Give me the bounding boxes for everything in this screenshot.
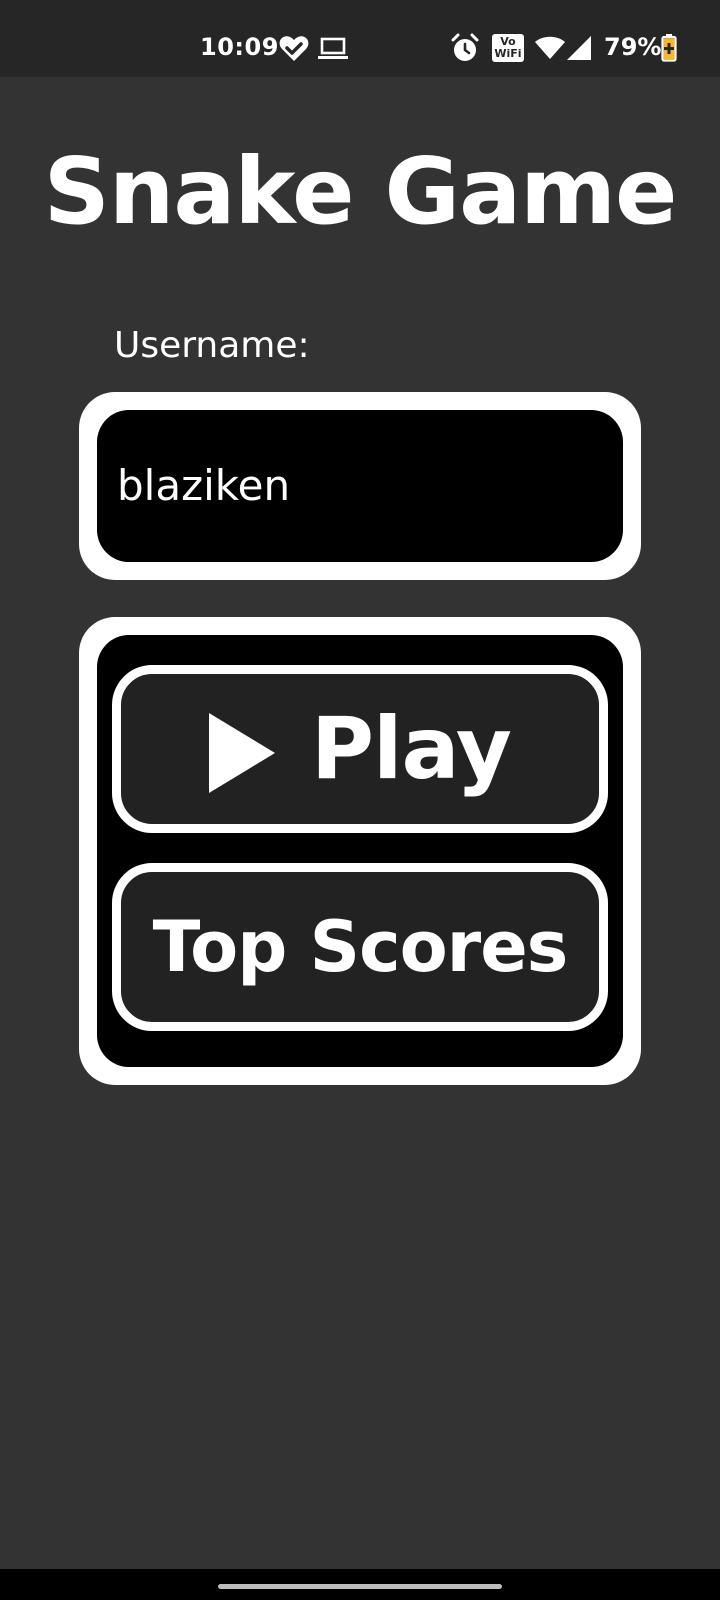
laptop-icon [318, 37, 348, 59]
signal-icon [567, 36, 591, 60]
vowifi-text-bottom: WiFi [494, 47, 522, 60]
username-field-frame [79, 392, 641, 580]
top-scores-button[interactable]: Top Scores [112, 863, 608, 1031]
top-scores-button-label: Top Scores [152, 906, 569, 988]
page-title: Snake Game [43, 138, 678, 245]
play-triangle-icon [209, 713, 276, 793]
heart-check-icon [279, 36, 309, 61]
battery-percent: 79% [604, 33, 662, 61]
home-gesture-handle[interactable] [218, 1584, 502, 1589]
username-field-container [97, 410, 623, 562]
play-button[interactable]: Play [112, 665, 608, 833]
menu-panel-inner: Play Top Scores [97, 635, 623, 1067]
wifi-icon [535, 36, 565, 59]
username-label: Username: [114, 325, 310, 366]
alarm-icon [451, 33, 479, 61]
vowifi-icon: Vo WiFi [492, 34, 524, 62]
username-input[interactable] [97, 410, 623, 562]
battery-saver-icon [661, 34, 677, 62]
menu-panel: Play Top Scores [79, 617, 641, 1085]
status-time: 10:09 [200, 33, 279, 61]
navigation-bar [0, 1569, 720, 1600]
snake-game-screen: 10:09 Vo WiFi 79% Snake Game Username: b… [0, 0, 720, 1600]
play-button-label: Play [311, 699, 512, 799]
status-bar: 10:09 Vo WiFi 79% [0, 0, 720, 77]
